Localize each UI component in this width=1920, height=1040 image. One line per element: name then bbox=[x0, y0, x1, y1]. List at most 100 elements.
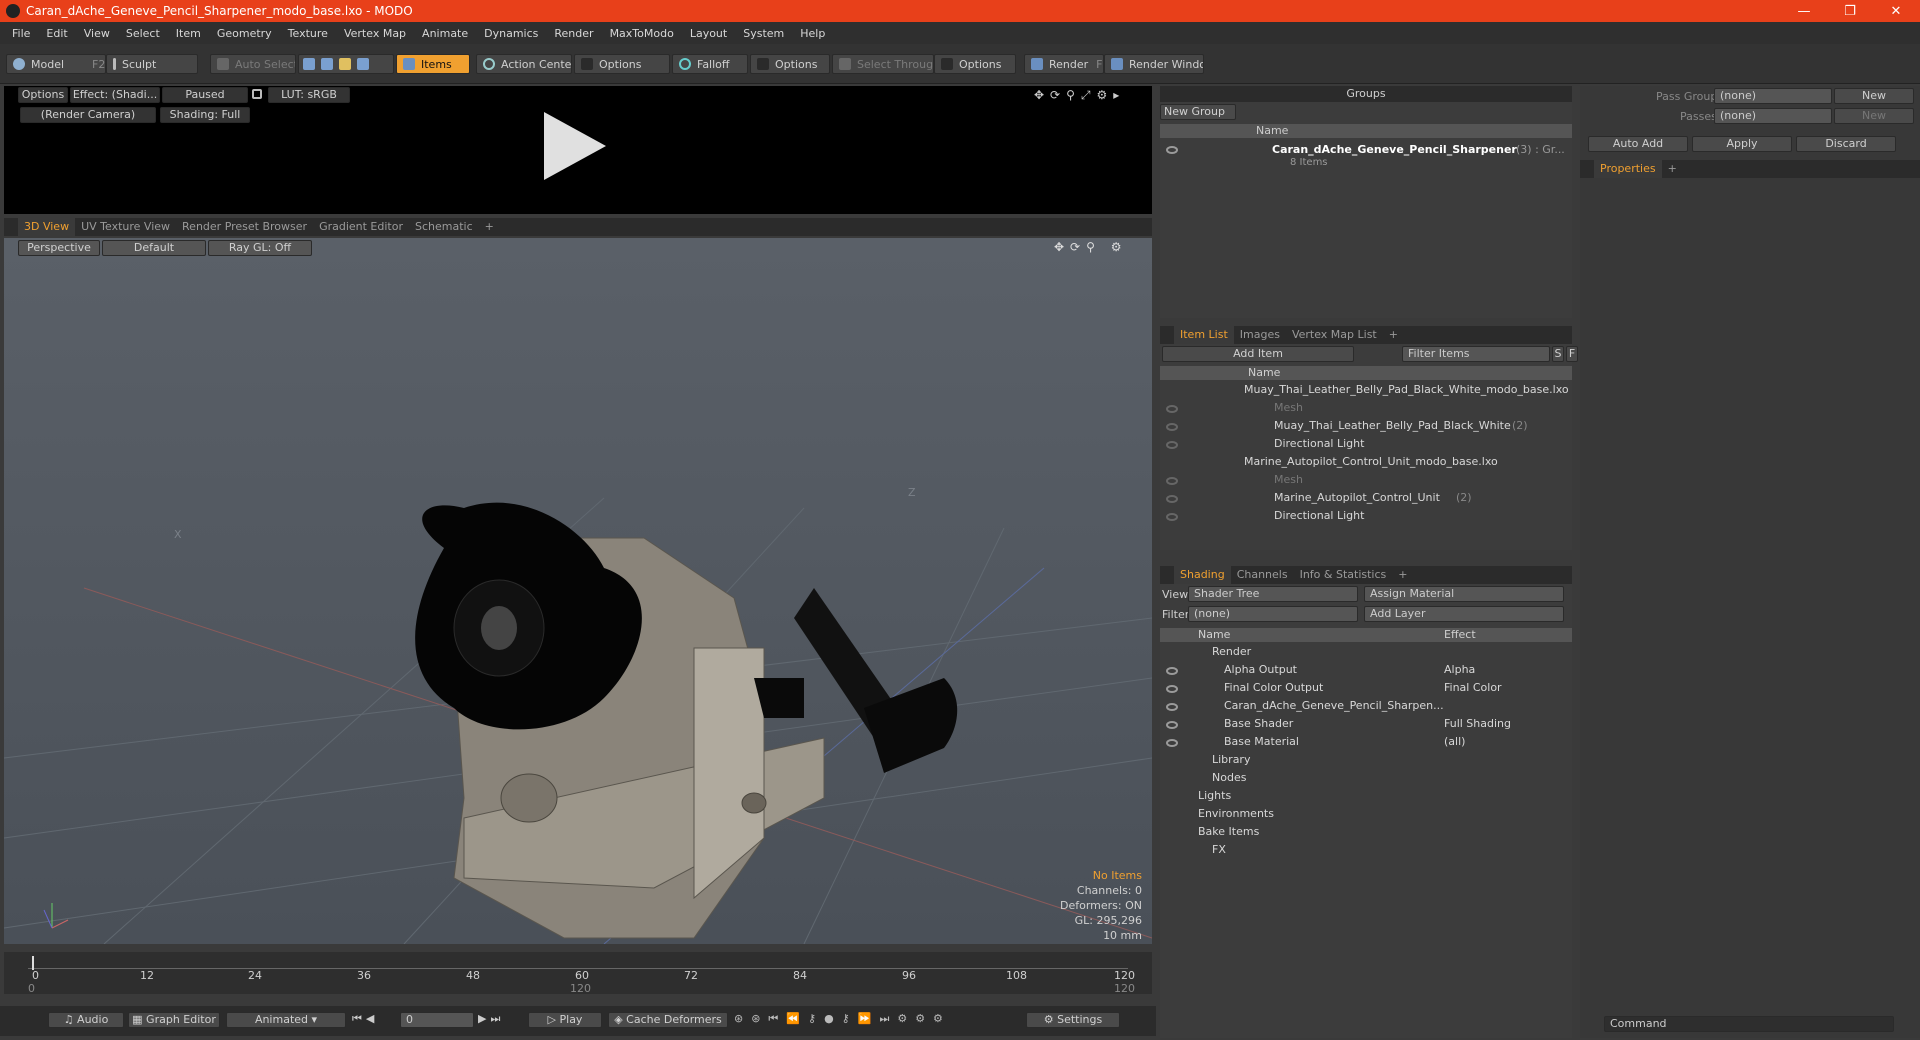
shader-item[interactable]: Final Color Output Final Color bbox=[1160, 680, 1572, 698]
filter-dropdown[interactable]: (none) bbox=[1188, 606, 1358, 622]
lut-dropdown[interactable]: LUT: sRGB bbox=[268, 87, 350, 103]
shader-item[interactable]: Render bbox=[1160, 644, 1572, 662]
visibility-eye-icon[interactable] bbox=[1166, 703, 1178, 711]
shader-item[interactable]: Lights bbox=[1160, 788, 1572, 806]
preview-effect-dropdown[interactable]: Effect: (Shadi... bbox=[70, 87, 160, 103]
menu-dynamics[interactable]: Dynamics bbox=[476, 27, 546, 40]
visibility-eye-icon[interactable] bbox=[1166, 477, 1178, 485]
visibility-eye-icon[interactable] bbox=[1166, 739, 1178, 747]
model-mode-button[interactable]: Model F2 bbox=[6, 54, 106, 74]
menu-animate[interactable]: Animate bbox=[414, 27, 476, 40]
falloff-button[interactable]: Falloff bbox=[672, 54, 748, 74]
menu-item[interactable]: Item bbox=[168, 27, 209, 40]
tab-images[interactable]: Images bbox=[1234, 326, 1286, 344]
add-tab-button[interactable]: + bbox=[1662, 160, 1683, 178]
tab-schematic[interactable]: Schematic bbox=[409, 218, 479, 236]
menu-select[interactable]: Select bbox=[118, 27, 168, 40]
items-mode-button[interactable]: Items bbox=[396, 54, 470, 74]
visibility-eye-icon[interactable] bbox=[1166, 146, 1178, 154]
cache-deformers-button[interactable]: ◈ Cache Deformers bbox=[608, 1012, 728, 1028]
list-item[interactable]: Muay_Thai_Leather_Belly_Pad_Black_White_… bbox=[1160, 382, 1572, 400]
shader-item[interactable]: Environments bbox=[1160, 806, 1572, 824]
edges-icon[interactable] bbox=[321, 58, 333, 70]
play-icon[interactable] bbox=[542, 110, 608, 182]
close-button[interactable]: ✕ bbox=[1874, 0, 1918, 22]
auto-add-button[interactable]: Auto Add bbox=[1588, 136, 1688, 152]
apply-button[interactable]: Apply bbox=[1692, 136, 1792, 152]
list-item[interactable]: Mesh bbox=[1160, 472, 1572, 490]
tab-shading[interactable]: Shading bbox=[1174, 566, 1231, 584]
render-window-button[interactable]: Render Window bbox=[1104, 54, 1204, 74]
add-tab-button[interactable]: + bbox=[1383, 326, 1404, 344]
key-tools-icons[interactable]: ⊛⊛⏮⏪⚷●⚷⏩⏭⚙⚙⚙ bbox=[734, 1012, 1022, 1028]
new-group-button[interactable]: New Group bbox=[1160, 104, 1236, 120]
new-pass-button[interactable]: New bbox=[1834, 108, 1914, 124]
shading-dropdown[interactable]: Shading: Full bbox=[160, 107, 250, 123]
timeline[interactable]: 0 12 24 36 48 60 72 84 96 108 120 0 120 … bbox=[4, 952, 1152, 995]
list-item[interactable]: Muay_Thai_Leather_Belly_Pad_Black_White(… bbox=[1160, 418, 1572, 436]
play-button[interactable]: ▷ Play bbox=[528, 1012, 602, 1028]
tab-gradient-editor[interactable]: Gradient Editor bbox=[313, 218, 409, 236]
animated-dropdown[interactable]: Animated ▾ bbox=[226, 1012, 346, 1028]
falloff-options-button[interactable]: Options bbox=[750, 54, 830, 74]
add-item-dropdown[interactable]: Add Item bbox=[1162, 346, 1354, 362]
filter-items-field[interactable]: Filter Items bbox=[1402, 346, 1550, 362]
preview-view-controls[interactable]: ✥⟳⚲⤢⚙▸ bbox=[1034, 88, 1148, 102]
shader-item[interactable]: Bake Items bbox=[1160, 824, 1572, 842]
tab-vertex-map-list[interactable]: Vertex Map List bbox=[1286, 326, 1383, 344]
minimize-button[interactable]: — bbox=[1782, 0, 1826, 22]
list-item[interactable]: Directional Light bbox=[1160, 508, 1572, 526]
add-layer-dropdown[interactable]: Add Layer bbox=[1364, 606, 1564, 622]
menu-layout[interactable]: Layout bbox=[682, 27, 735, 40]
list-item[interactable]: Marine_Autopilot_Control_Unit_modo_base.… bbox=[1160, 454, 1572, 472]
visibility-eye-icon[interactable] bbox=[1166, 495, 1178, 503]
render-button[interactable]: Render F9 bbox=[1024, 54, 1104, 74]
list-item[interactable]: Marine_Autopilot_Control_Unit (2) bbox=[1160, 490, 1572, 508]
new-pass-group-button[interactable]: New bbox=[1834, 88, 1914, 104]
visibility-eye-icon[interactable] bbox=[1166, 441, 1178, 449]
menu-help[interactable]: Help bbox=[792, 27, 833, 40]
lock-icon[interactable] bbox=[252, 89, 262, 99]
preview-paused-button[interactable]: Paused bbox=[162, 87, 248, 103]
current-frame-field[interactable]: 0 bbox=[400, 1012, 474, 1028]
shader-item[interactable]: Alpha Output Alpha bbox=[1160, 662, 1572, 680]
3d-viewport[interactable]: Perspective Default Ray GL: Off ✥⟳⚲ ⚙ X … bbox=[4, 238, 1152, 944]
action-center-button[interactable]: Action Center bbox=[476, 54, 572, 74]
transport-forward-controls[interactable]: ▶⏭ bbox=[478, 1012, 528, 1028]
command-input[interactable]: Command bbox=[1604, 1016, 1894, 1032]
menu-render[interactable]: Render bbox=[546, 27, 601, 40]
maximize-button[interactable]: ❐ bbox=[1828, 0, 1872, 22]
vertices-icon[interactable] bbox=[303, 58, 315, 70]
visibility-eye-icon[interactable] bbox=[1166, 667, 1178, 675]
view-dropdown[interactable]: Shader Tree bbox=[1188, 586, 1358, 602]
tab-item-list[interactable]: Item List bbox=[1174, 326, 1234, 344]
discard-button[interactable]: Discard bbox=[1796, 136, 1896, 152]
settings-button[interactable]: ⚙ Settings bbox=[1026, 1012, 1120, 1028]
shader-item[interactable]: Nodes bbox=[1160, 770, 1572, 788]
shader-item[interactable]: Library bbox=[1160, 752, 1572, 770]
shader-item[interactable]: Caran_dAche_Geneve_Pencil_Sharpen... bbox=[1160, 698, 1572, 716]
timeline-playhead[interactable] bbox=[32, 956, 34, 970]
tab-info-statistics[interactable]: Info & Statistics bbox=[1294, 566, 1393, 584]
auto-select-button[interactable]: Auto Select bbox=[210, 54, 296, 74]
shader-item[interactable]: Base Shader Full Shading bbox=[1160, 716, 1572, 734]
tab-uv-texture-view[interactable]: UV Texture View bbox=[75, 218, 176, 236]
group-row[interactable]: Caran_dAche_Geneve_Pencil_Sharpener (3) … bbox=[1160, 142, 1572, 182]
menu-system[interactable]: System bbox=[735, 27, 792, 40]
preview-options-button[interactable]: Options bbox=[18, 87, 68, 103]
menu-texture[interactable]: Texture bbox=[280, 27, 336, 40]
visibility-eye-icon[interactable] bbox=[1166, 423, 1178, 431]
assign-material-dropdown[interactable]: Assign Material bbox=[1364, 586, 1564, 602]
tab-render-preset-browser[interactable]: Render Preset Browser bbox=[176, 218, 313, 236]
visibility-eye-icon[interactable] bbox=[1166, 513, 1178, 521]
menu-geometry[interactable]: Geometry bbox=[209, 27, 280, 40]
select-through-button[interactable]: Select Through bbox=[832, 54, 934, 74]
tab-3d-view[interactable]: 3D View bbox=[18, 218, 76, 236]
select-through-options-button[interactable]: Options bbox=[934, 54, 1016, 74]
list-item[interactable]: Mesh bbox=[1160, 400, 1572, 418]
tab-channels[interactable]: Channels bbox=[1231, 566, 1294, 584]
visibility-eye-icon[interactable] bbox=[1166, 721, 1178, 729]
tab-properties[interactable]: Properties bbox=[1594, 160, 1662, 178]
camera-dropdown[interactable]: (Render Camera) bbox=[20, 107, 156, 123]
add-tab-button[interactable]: + bbox=[479, 218, 500, 236]
